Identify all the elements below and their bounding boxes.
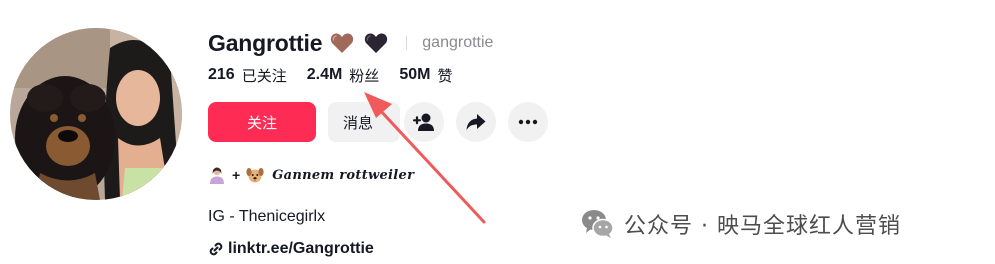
bio-tagline-row: + Gannem rottweiler	[208, 162, 628, 188]
follow-button[interactable]: 关注	[208, 102, 316, 142]
watermark: 公众号 · 映马全球红人营销	[580, 206, 901, 242]
watermark-text: 公众号 · 映马全球红人营销	[624, 214, 901, 239]
likes-count: 50M	[399, 66, 431, 83]
username: gangrottie	[422, 34, 494, 51]
following-label: 已关注	[241, 66, 287, 85]
likes-label: 赞	[437, 66, 453, 85]
more-icon	[518, 119, 538, 125]
plus-sign: +	[232, 167, 241, 183]
add-friend-icon	[413, 113, 434, 131]
divider	[406, 36, 408, 50]
profile-link-text[interactable]: linktr.ee/Gangrottie	[228, 240, 374, 258]
followers-stat[interactable]: 2.4M 粉丝	[307, 65, 380, 86]
avatar-image	[10, 28, 182, 200]
following-stat[interactable]: 216 已关注	[208, 65, 287, 86]
brown-heart-icon	[331, 33, 354, 53]
share-icon	[466, 114, 486, 130]
share-button[interactable]	[456, 102, 496, 142]
likes-stat: 50M 赞	[399, 65, 452, 86]
black-heart-icon	[365, 33, 388, 53]
display-name: Gangrottie	[208, 29, 323, 56]
bio-tagline: Gannem rottweiler	[272, 167, 415, 183]
following-count: 216	[208, 66, 235, 83]
profile-info: Gangrottie gangrottie 216 已关注 2.4M 粉丝 50…	[208, 28, 628, 260]
followers-label: 粉丝	[349, 66, 380, 85]
bio-ig: IG - Thenicegirlx	[208, 208, 326, 225]
action-row: 关注 消息	[208, 102, 628, 142]
add-friend-button[interactable]	[404, 102, 444, 142]
followers-count: 2.4M	[306, 66, 343, 83]
woman-emoji-icon	[210, 167, 224, 184]
dog-face-emoji-icon	[246, 168, 264, 183]
avatar[interactable]	[10, 28, 182, 200]
link-icon	[209, 242, 223, 256]
stats-row: 216 已关注 2.4M 粉丝 50M 赞	[208, 64, 628, 86]
message-button[interactable]: 消息	[328, 102, 400, 142]
profile-link[interactable]: linktr.ee/Gangrottie	[208, 238, 628, 260]
wechat-logo-icon	[582, 210, 614, 238]
more-button[interactable]	[508, 102, 548, 142]
name-row: Gangrottie gangrottie	[208, 28, 628, 58]
